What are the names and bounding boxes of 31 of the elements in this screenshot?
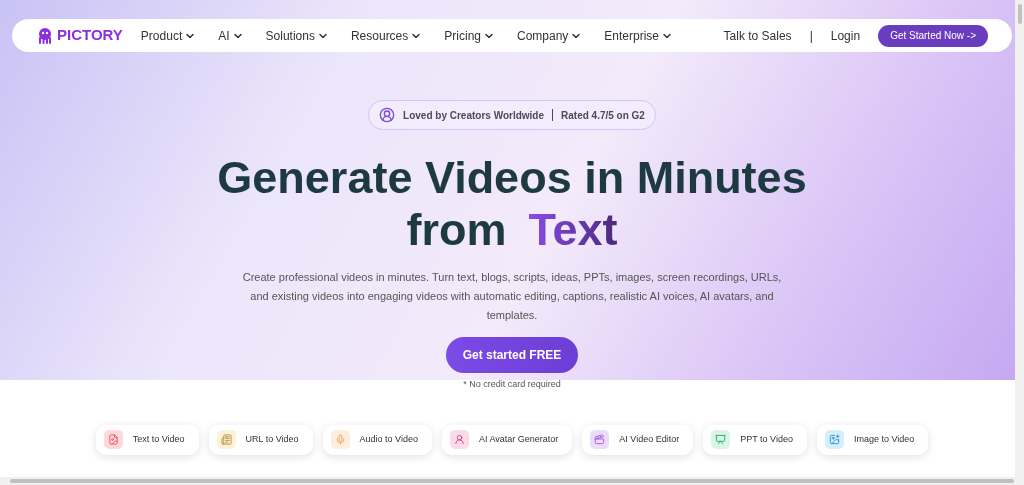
logo[interactable]: PICTORY — [36, 24, 123, 47]
octopus-logo-icon — [36, 26, 54, 45]
vertical-scrollbar[interactable] — [1015, 0, 1024, 477]
horizontal-scrollbar[interactable] — [0, 477, 1024, 485]
nav-menu-item[interactable]: Enterprise — [604, 26, 674, 45]
login-link[interactable]: Login — [830, 26, 861, 45]
feature-chip[interactable]: AI Avatar Generator — [441, 424, 573, 455]
nav-menu-item[interactable]: Solutions — [265, 26, 329, 45]
feature-chip[interactable]: PPT to Video — [703, 424, 807, 455]
feature-chip[interactable]: AI Video Editor — [582, 424, 694, 455]
rating-text: Rated 4.7/5 on G2 — [561, 108, 645, 123]
user-icon — [379, 107, 396, 123]
hero-description: Create professional videos in minutes. Turn text, blogs, scripts, ideas, PPTs, images, screen recordings, URLs, and existing videos into engaging videos with automatic editing, captions, realistic AI voices, AI avatars, and templates. — [241, 270, 783, 323]
badge-text: Loved by Creators Worldwide — [403, 108, 544, 123]
nav-menu-item[interactable]: Company — [517, 26, 583, 45]
feature-chip[interactable]: Image to Video — [816, 424, 929, 455]
nav-menu-item[interactable]: AI — [218, 26, 244, 45]
headline: Generate Videos in Minutes — [217, 152, 807, 204]
get-started-button[interactable]: Get Started Now -> — [878, 24, 988, 47]
logo-wordmark: PICTORY — [57, 25, 123, 46]
talk-to-sales-link[interactable]: Talk to Sales — [723, 26, 792, 45]
nav-menu-item[interactable]: Resources — [350, 26, 423, 45]
get-started-free-button[interactable]: Get started FREE — [446, 337, 578, 373]
headline: from — [406, 204, 507, 256]
nav-menu-item[interactable]: Product — [140, 26, 197, 45]
feature-chip[interactable]: Audio to Video — [322, 424, 432, 455]
separator: | — [809, 27, 813, 45]
no-credit-card-note: * No credit card required — [463, 378, 561, 391]
nav-menu-item[interactable]: Pricing — [444, 26, 495, 45]
feature-chip[interactable]: Text to Video — [95, 424, 199, 455]
feature-chip[interactable]: URL to Video — [208, 424, 313, 455]
